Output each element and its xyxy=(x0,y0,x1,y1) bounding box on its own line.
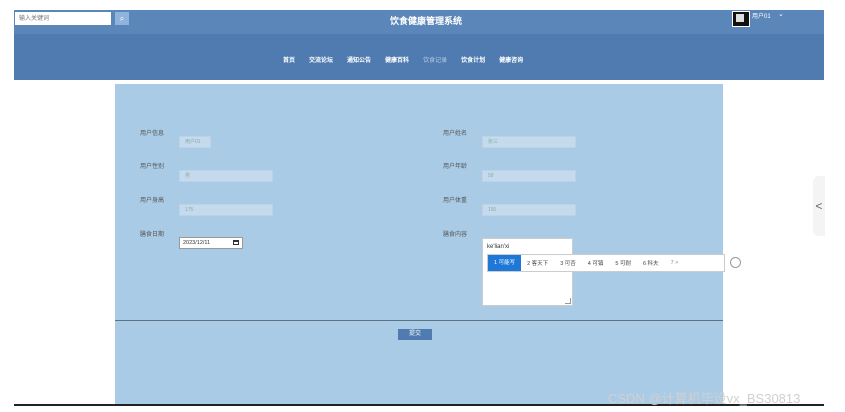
weight-field: 150 xyxy=(482,204,576,216)
user-name-field: 张三 xyxy=(482,136,576,148)
ime-candidate[interactable]: 6 科夫 xyxy=(637,259,665,267)
app-title: 饮食健康管理系统 xyxy=(389,16,462,26)
ime-candidate[interactable]: 2 客天下 xyxy=(521,259,554,267)
chevron-down-icon[interactable]: ⌄ xyxy=(778,10,784,18)
diet-content-textarea[interactable]: ke'lian'xi xyxy=(482,238,573,306)
diet-date-label: 膳食日期 xyxy=(140,232,165,238)
avatar[interactable] xyxy=(732,11,750,27)
nav-item-diet-records[interactable]: 饮食记录 xyxy=(423,55,447,64)
nav-item-forum[interactable]: 交流论坛 xyxy=(309,55,333,64)
nav-item-health-wiki[interactable]: 健康百科 xyxy=(385,55,409,64)
search-button[interactable]: ⌕ xyxy=(115,12,129,25)
height-label: 用户身高 xyxy=(140,198,165,204)
user-name[interactable]: 用户01 xyxy=(752,11,771,20)
ime-expand-icon[interactable] xyxy=(730,257,741,268)
age-field: 58 xyxy=(482,170,576,182)
form-divider xyxy=(115,320,723,321)
height-field: 175 xyxy=(179,204,273,216)
diet-date-input[interactable]: 2023/12/11 xyxy=(179,237,243,249)
nav-item-home[interactable]: 首页 xyxy=(283,55,295,64)
chevron-left-icon: < xyxy=(815,199,823,213)
weight-label: 用户体重 xyxy=(443,198,468,204)
submit-button[interactable]: 提交 xyxy=(398,329,432,340)
nav-item-diet-plan[interactable]: 饮食计划 xyxy=(461,55,485,64)
side-collapse-tab[interactable]: < xyxy=(813,176,825,236)
ime-candidate-bar: 1 可能写 2 客天下 3 可否 4 可镇 5 可耐 6 科夫 7 > xyxy=(487,254,725,272)
resize-handle[interactable] xyxy=(565,298,571,304)
ime-candidate[interactable]: 1 可能写 xyxy=(488,255,522,271)
user-account-field: 用户01 xyxy=(179,136,211,148)
gender-field: 男 xyxy=(179,170,273,182)
diet-content-label: 膳食内容 xyxy=(443,232,468,238)
watermark: CSDN @计算机毕设vx_BS30813 xyxy=(608,391,801,406)
search-icon: ⌕ xyxy=(119,14,125,23)
nav-item-health-consult[interactable]: 健康咨询 xyxy=(499,55,523,64)
nav-item-notices[interactable]: 通知公告 xyxy=(347,55,371,64)
ime-candidate[interactable]: 5 可耐 xyxy=(609,259,637,267)
user-account-label: 用户信息 xyxy=(140,131,165,137)
search-input[interactable] xyxy=(15,12,111,25)
typed-pinyin: ke'lian'xi xyxy=(487,244,510,250)
gender-label: 用户性别 xyxy=(140,164,165,170)
ime-next-page[interactable]: 7 > xyxy=(665,260,685,266)
ime-candidate[interactable]: 3 可否 xyxy=(554,259,582,267)
calendar-icon[interactable] xyxy=(233,240,239,245)
avatar-image xyxy=(736,14,744,22)
user-name-label: 用户姓名 xyxy=(443,131,468,137)
main-nav: 首页 交流论坛 通知公告 健康百科 饮食记录 饮食计划 健康咨询 xyxy=(283,55,523,64)
ime-candidate[interactable]: 4 可镇 xyxy=(582,259,610,267)
age-label: 用户年龄 xyxy=(443,164,468,170)
diet-date-value: 2023/12/11 xyxy=(183,240,211,246)
